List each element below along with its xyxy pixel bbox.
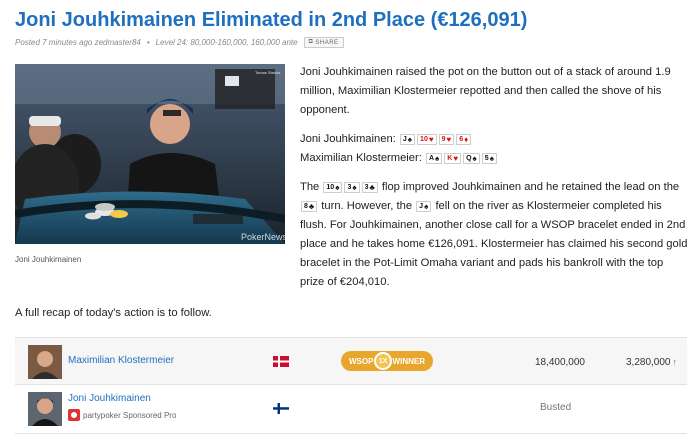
avatar[interactable] <box>28 345 62 379</box>
playing-card: J ♠ <box>416 200 432 212</box>
table-row: Maximilian Klostermeier WSOP 1X WINNER 1… <box>15 337 687 384</box>
article-paragraph: Joni Jouhkimainen raised the pot on the … <box>300 66 671 116</box>
meta-posted: Posted 7 minutes ago zedmaster84 <box>15 38 141 47</box>
article-body: Joni Jouhkimainen raised the pot on the … <box>300 63 690 302</box>
table-row: Joni Jouhkimainen partypoker Sponsored P… <box>15 384 687 434</box>
finland-flag-icon <box>273 403 289 414</box>
share-button[interactable]: ⧉ SHARE <box>303 37 344 48</box>
playing-card: 3 ♣ <box>361 181 378 193</box>
playing-card: 6 ♦ <box>456 133 472 145</box>
player-name-link[interactable]: Joni Jouhkimainen <box>68 393 151 404</box>
photo-credit: Tomas Stacha <box>255 70 281 75</box>
playing-card: Q ♠ <box>463 152 480 164</box>
river-card: J ♠ <box>415 200 432 212</box>
denmark-flag-icon <box>273 356 289 367</box>
hands-block: Joni Jouhkimainen: J ♠ 10 ♥ 9 ♥ 6 ♦ Maximilian … <box>300 130 690 168</box>
arrow-up-icon: ↑ <box>672 357 678 367</box>
player-status: Busted <box>540 402 572 413</box>
photo-illustration: PokerNews Tomas Stacha <box>15 64 285 244</box>
playing-card: A ♠ <box>425 152 443 164</box>
chip-count: 18,400,000 <box>534 357 585 368</box>
board-text-b: flop improved Jouhkimainen and he retain… <box>381 181 680 193</box>
playing-card: 8 ♣ <box>301 200 318 212</box>
share-icon: ⧉ <box>308 39 314 45</box>
playing-card: K ♥ <box>444 152 462 164</box>
avatar[interactable] <box>28 392 62 426</box>
post-meta: Posted 7 minutes ago zedmaster84 • Level… <box>15 37 344 48</box>
post-photo: PokerNews Tomas Stacha <box>15 64 285 244</box>
turn-card: 8 ♣ <box>300 200 318 212</box>
hand2-cards: A ♠ K ♥ Q ♠ 5 ♠ <box>425 152 498 164</box>
photo-caption: Joni Jouhkimainen <box>15 255 82 264</box>
partypoker-logo-icon <box>68 409 80 421</box>
photo-watermark: PokerNews <box>241 232 285 242</box>
player-name-link[interactable]: Maximilian Klostermeier <box>68 355 174 366</box>
wsop-winner-badge: WSOP 1X WINNER <box>341 351 433 371</box>
playing-card: 5 ♠ <box>481 152 497 164</box>
bracelet-count: 1X <box>374 352 392 370</box>
board-text-a: The <box>300 181 320 193</box>
meta-separator: • <box>146 38 150 47</box>
playing-card: 9 ♥ <box>438 133 455 145</box>
hand1-player: Joni Jouhkimainen: <box>300 133 396 145</box>
playing-card: 10 ♥ <box>417 133 437 145</box>
chip-change: 3,280,000 ↑ <box>626 357 678 368</box>
recap-text: A full recap of today's action is to fol… <box>15 307 212 319</box>
playing-card: 10 ♠ <box>323 181 343 193</box>
chip-count-table: Maximilian Klostermeier WSOP 1X WINNER 1… <box>15 337 687 434</box>
playing-card: 3 ♠ <box>344 181 360 193</box>
playing-card: J ♠ <box>399 133 416 145</box>
article-paragraph-board: The 10 ♠ 3 ♠ 3 ♣ flop improved Jouhkimainen a… <box>300 178 690 292</box>
flop-cards: 10 ♠ 3 ♠ 3 ♣ <box>322 181 378 193</box>
hand1-cards: J ♠ 10 ♥ 9 ♥ 6 ♦ <box>399 133 472 145</box>
board-text-c: turn. However, the <box>321 200 413 212</box>
meta-level: Level 24: 80,000-160,000, 160,000 ante <box>155 38 298 47</box>
board-text-d: fell on the river as Klostermeier comple… <box>300 200 688 288</box>
sponsor-label: partypoker Sponsored Pro <box>68 409 176 421</box>
hand2-player: Maximilian Klostermeier: <box>300 152 422 164</box>
post-title[interactable]: Joni Jouhkimainen Eliminated in 2nd Plac… <box>15 9 527 32</box>
